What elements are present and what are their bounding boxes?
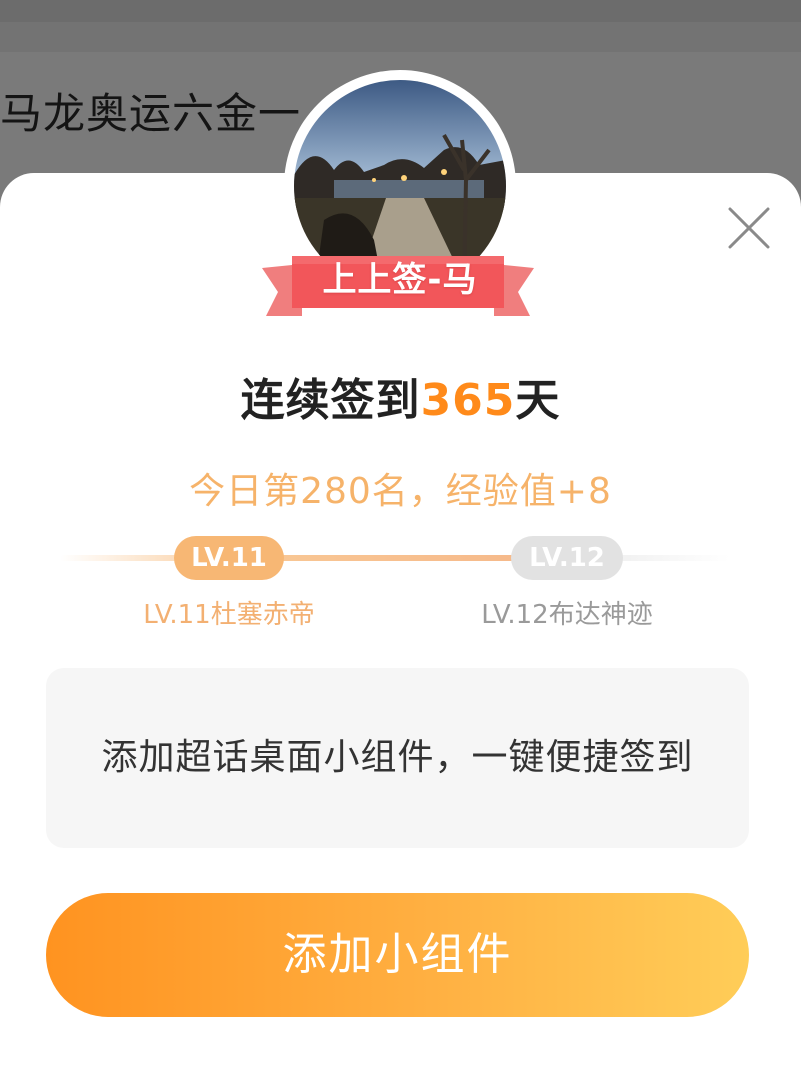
widget-promo-text: 添加超话桌面小组件，一键便捷签到 [101,737,694,778]
streak-prefix: 连续签到 [240,375,421,426]
current-level-badge: LV.11 [174,536,284,580]
level-progress-filled [60,555,530,561]
badge-label: 上上签-马 [322,260,478,300]
background-feed-title: 马龙奥运六金一... [0,89,345,138]
next-level-name: LV.12布达神迹 [481,600,653,630]
next-level-badge: LV.12 [511,536,623,580]
add-widget-button[interactable]: 添加小组件 [46,893,749,1017]
background-band [0,22,801,52]
background-band [0,0,801,22]
current-level-name: LV.11杜塞赤帝 [143,600,315,630]
close-icon[interactable] [724,203,774,253]
streak-days: 365 [420,375,516,426]
streak-suffix: 天 [515,375,561,426]
rank-text: 今日第280名，经验值+8 [189,471,612,512]
streak-heading: 连续签到365天 [0,364,801,428]
